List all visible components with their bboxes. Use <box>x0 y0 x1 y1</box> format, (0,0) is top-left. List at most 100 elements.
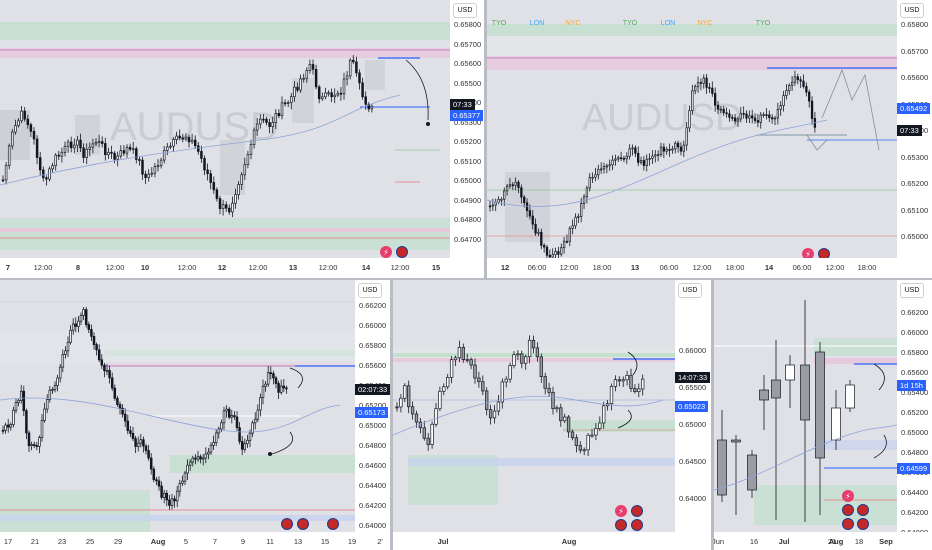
currency-button[interactable]: USD <box>453 3 477 18</box>
flag-icon[interactable] <box>857 518 869 530</box>
chart-plot-area[interactable]: AUDUSD ⚡ <box>0 0 450 258</box>
lightning-icon[interactable]: ⚡ <box>842 490 854 502</box>
price-axis[interactable]: USD 0.658000.657000.656000.655000.654000… <box>450 0 484 258</box>
candle-body <box>131 432 135 439</box>
price-axis[interactable]: USD 0.662000.660000.658000.656000.654000… <box>355 280 390 532</box>
chart-canvas[interactable]: AUDUSD <box>487 0 897 258</box>
candle-body <box>240 174 243 185</box>
zone-box <box>75 115 100 155</box>
candle-body <box>166 146 169 151</box>
chart-canvas[interactable] <box>0 280 355 532</box>
flag-icon[interactable] <box>842 504 854 516</box>
candle-body <box>196 456 200 460</box>
time-axis[interactable]: 17 21 23 25 29 Aug 5 7 9 11 13 15 19 2' <box>0 532 390 550</box>
candle-body <box>218 198 222 210</box>
chart-canvas[interactable] <box>714 280 897 532</box>
candle-body <box>542 245 546 248</box>
chart-panel-5[interactable]: ⚡ USD 0.66200 0.66000 0.65800 0.65600 0.6540… <box>714 280 932 550</box>
price-axis[interactable]: USD 0.66000 0.65500 0.65000 0.64500 0.64000 0… <box>675 280 711 540</box>
chart-canvas[interactable]: AUDUSD <box>0 0 450 258</box>
chart-panel-4[interactable]: ⚡ USD 0.66000 0.65500 0.65000 0.64500 0.6400… <box>393 280 711 550</box>
candle-body <box>845 384 855 409</box>
price-tick-label: 0.65000 <box>359 421 387 430</box>
chart-plot-area[interactable]: ⚡ <box>393 280 675 532</box>
candle-body <box>152 468 156 480</box>
time-tick-label: 12 <box>500 263 510 272</box>
candle-body <box>97 349 101 361</box>
chart-canvas[interactable] <box>393 280 675 532</box>
candle-body <box>399 397 403 408</box>
candle-body <box>628 148 631 157</box>
candle-body <box>557 251 560 255</box>
flag-icon[interactable] <box>297 518 309 530</box>
candle-body <box>274 112 278 123</box>
candle-body <box>32 130 36 140</box>
candle-body <box>534 223 537 234</box>
time-axis[interactable]: 12 06:00 12:00 18:00 13 06:00 12:00 18:00 14 06:0… <box>487 258 932 278</box>
candle-body <box>206 169 209 175</box>
candle-body <box>296 86 299 91</box>
price-tick-label: 0.64800 <box>901 448 929 457</box>
candle-body <box>136 442 140 447</box>
candle-body <box>61 354 65 368</box>
time-axis[interactable]: Jul Aug <box>393 532 711 550</box>
currency-button[interactable]: USD <box>900 3 924 18</box>
candle-body <box>54 154 57 167</box>
price-axis[interactable]: USD 0.662000.660000.658000.656000.654000… <box>897 280 932 537</box>
chart-plot-area[interactable] <box>0 280 355 532</box>
flag-icon[interactable] <box>396 246 408 258</box>
time-axis[interactable]: Jun16Jul21Aug18Sep <box>714 532 932 550</box>
chart-plot-area[interactable]: ⚡ <box>714 280 897 532</box>
candle-body <box>26 118 30 126</box>
chart-plot-area[interactable]: AUDUSD TYO LON NYC TYO LON NYC TYO ⚡ <box>487 0 897 258</box>
lightning-icon[interactable]: ⚡ <box>615 505 627 517</box>
candle-body <box>645 158 648 166</box>
flag-icon[interactable] <box>615 519 627 531</box>
time-tick-label: 12:00 <box>105 263 125 272</box>
price-axis[interactable]: USD 0.658000.657000.656000.655000.654000… <box>897 0 932 258</box>
candle-body <box>286 102 290 104</box>
candle-body <box>702 77 705 84</box>
candle-body <box>682 144 685 152</box>
currency-button[interactable]: USD <box>358 283 382 298</box>
flag-icon[interactable] <box>631 505 643 517</box>
candle-body <box>277 383 280 393</box>
chart-panel-1[interactable]: AUDUSD ⚡ USD 0.65800 0.65700 0.65600 0.6550… <box>0 0 484 278</box>
candle-body <box>82 309 85 316</box>
candle-body <box>540 231 543 246</box>
time-axis[interactable]: 7 12:00 8 12:00 10 12:00 12 12:00 13 12:00 14 12:00… <box>0 258 484 278</box>
candle-body <box>56 377 59 386</box>
price-tick-label: 0.64200 <box>901 508 929 517</box>
candle-body <box>104 143 107 156</box>
price-tick-label: 0.65200 <box>901 179 929 188</box>
time-tick-label: 15 <box>320 537 330 546</box>
candle-body <box>69 329 72 343</box>
candle-body <box>285 387 288 390</box>
flag-icon[interactable] <box>327 518 339 530</box>
candle-body <box>57 154 61 157</box>
candle-body <box>633 387 637 392</box>
currency-button[interactable]: USD <box>900 283 924 298</box>
candle-body <box>608 164 611 167</box>
price-tick-label: 0.64600 <box>359 461 387 470</box>
lightning-icon[interactable]: ⚡ <box>802 248 814 258</box>
candle-body <box>625 155 628 160</box>
candle-body <box>238 427 241 442</box>
zone-box <box>0 330 355 365</box>
flag-icon[interactable] <box>281 518 293 530</box>
flag-icon[interactable] <box>842 518 854 530</box>
chart-panel-2[interactable]: AUDUSD TYO LON NYC TYO LON NYC TYO ⚡ USD 0.658… <box>487 0 932 278</box>
time-tick-label: 13 <box>293 537 303 546</box>
chart-panel-3[interactable]: USD 0.662000.660000.658000.656000.654000… <box>0 280 390 550</box>
candle-body <box>753 117 757 121</box>
flag-icon[interactable] <box>857 504 869 516</box>
flag-icon[interactable] <box>631 519 643 531</box>
candle-body <box>648 157 651 160</box>
lightning-icon[interactable]: ⚡ <box>380 246 392 258</box>
candle-body <box>265 118 268 123</box>
candle-body <box>23 110 26 120</box>
candle-body <box>496 401 501 412</box>
flag-icon[interactable] <box>818 248 830 258</box>
candle-body <box>602 166 606 170</box>
currency-button[interactable]: USD <box>678 283 702 298</box>
